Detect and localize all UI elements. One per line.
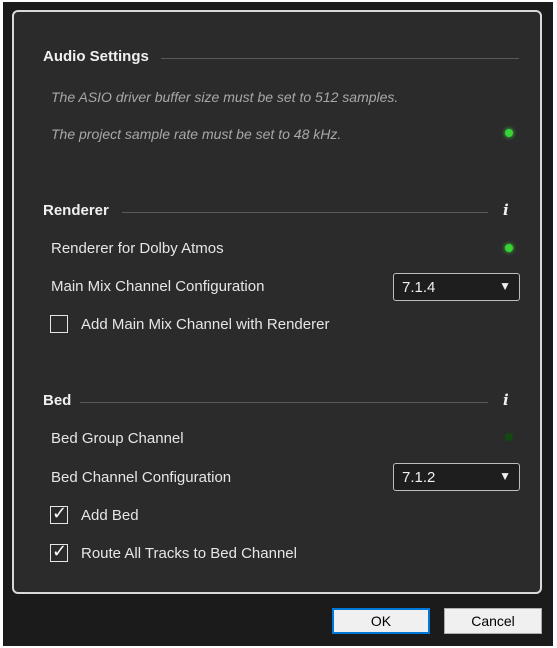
buffer-size-note: The ASIO driver buffer size must be set … bbox=[51, 89, 399, 105]
route-all-tracks-label[interactable]: Route All Tracks to Bed Channel bbox=[81, 545, 297, 562]
audio-settings-title: Audio Settings bbox=[43, 48, 149, 65]
bed-group-channel-label: Bed Group Channel bbox=[51, 430, 184, 447]
main-mix-config-label: Main Mix Channel Configuration bbox=[51, 278, 265, 295]
main-mix-config-select[interactable]: 7.1.4 ▼ bbox=[393, 273, 520, 301]
bed-info-icon[interactable]: i bbox=[503, 391, 509, 409]
main-mix-config-value: 7.1.4 bbox=[402, 279, 436, 296]
dolby-atmos-dialog: Audio Settings The ASIO driver buffer si… bbox=[3, 2, 553, 646]
renderer-for-dolby-atmos-label: Renderer for Dolby Atmos bbox=[51, 240, 224, 257]
add-bed-label[interactable]: Add Bed bbox=[81, 507, 139, 524]
renderer-info-icon[interactable]: i bbox=[503, 201, 509, 219]
chevron-down-icon: ▼ bbox=[499, 469, 511, 483]
route-all-tracks-checkbox[interactable]: ✓ bbox=[50, 541, 68, 562]
bed-group-status-indicator bbox=[505, 433, 513, 441]
bed-divider bbox=[80, 402, 488, 403]
add-bed-checkbox[interactable]: ✓ bbox=[50, 503, 68, 524]
audio-settings-divider bbox=[161, 58, 519, 59]
sample-rate-status-indicator bbox=[505, 129, 513, 137]
bed-channel-config-value: 7.1.2 bbox=[402, 469, 436, 486]
bed-channel-config-label: Bed Channel Configuration bbox=[51, 469, 232, 486]
cancel-button[interactable]: Cancel bbox=[444, 608, 542, 634]
ok-button[interactable]: OK bbox=[332, 608, 430, 634]
renderer-status-indicator bbox=[505, 244, 513, 252]
add-main-mix-label[interactable]: Add Main Mix Channel with Renderer bbox=[81, 316, 329, 333]
sample-rate-note: The project sample rate must be set to 4… bbox=[51, 126, 342, 142]
checkmark-icon: ✓ bbox=[52, 503, 68, 523]
bed-channel-config-select[interactable]: 7.1.2 ▼ bbox=[393, 463, 520, 491]
checkmark-icon: ✓ bbox=[52, 541, 68, 561]
renderer-title: Renderer bbox=[43, 202, 109, 219]
renderer-divider bbox=[122, 212, 488, 213]
chevron-down-icon: ▼ bbox=[499, 279, 511, 293]
add-main-mix-checkbox[interactable] bbox=[50, 315, 68, 333]
bed-title: Bed bbox=[43, 392, 72, 409]
settings-panel: Audio Settings The ASIO driver buffer si… bbox=[12, 10, 542, 594]
